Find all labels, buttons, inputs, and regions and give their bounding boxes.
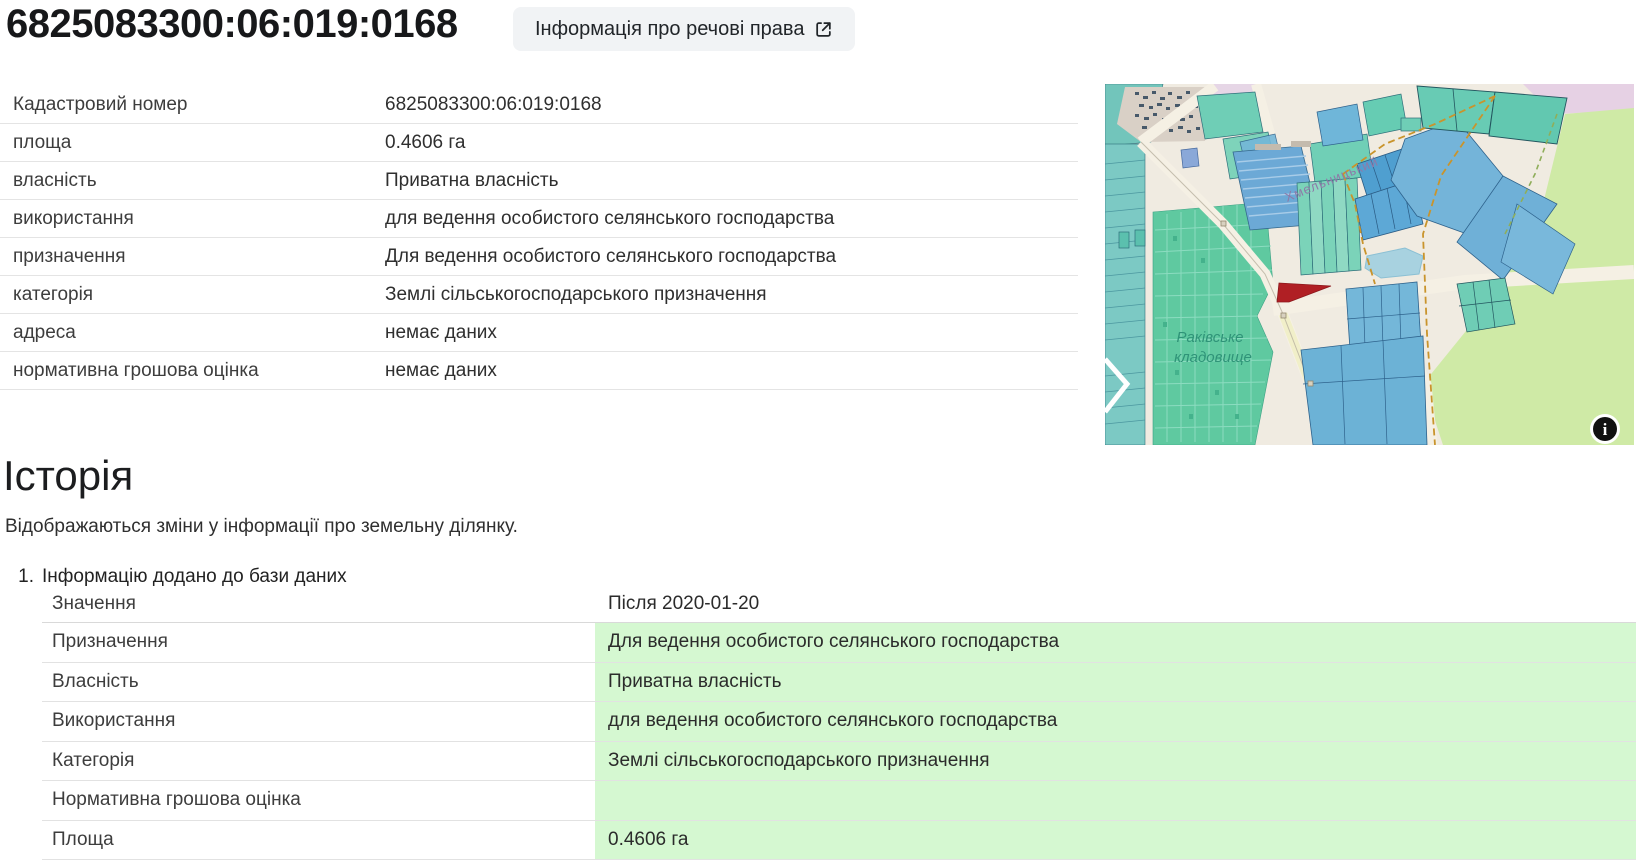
table-row: категорія Землі сільськогосподарського п… bbox=[0, 276, 1078, 314]
table-row: адреса немає даних bbox=[0, 314, 1078, 352]
history-row-value: Приватна власність bbox=[595, 663, 1636, 702]
detail-label: призначення bbox=[0, 246, 385, 268]
history-row-value bbox=[595, 781, 1636, 820]
history-row: Призначення Для ведення особистого селян… bbox=[42, 623, 1636, 663]
detail-label: використання bbox=[0, 208, 385, 230]
detail-label: площа bbox=[0, 132, 385, 154]
map-tiles: Раківське кладовище Хмельницький bbox=[1105, 84, 1634, 445]
history-description: Відображаються зміни у інформації про зе… bbox=[5, 516, 518, 538]
detail-value: 6825083300:06:019:0168 bbox=[385, 94, 1078, 116]
cemetery-label-line1: Раківське bbox=[1176, 329, 1243, 346]
history-row: Нормативна грошова оцінка bbox=[42, 781, 1636, 821]
detail-value: немає даних bbox=[385, 322, 1078, 344]
detail-value: немає даних bbox=[385, 360, 1078, 382]
property-rights-button[interactable]: Інформація про речові права bbox=[513, 7, 855, 51]
table-row: власність Приватна власність bbox=[0, 162, 1078, 200]
history-row-value: Для ведення особистого селянського госпо… bbox=[595, 623, 1636, 662]
history-row-label: Використання bbox=[42, 702, 595, 741]
history-row-label: Власність bbox=[42, 663, 595, 702]
history-header-row: Значення Після 2020-01-20 bbox=[42, 585, 1636, 623]
history-heading: Історія bbox=[3, 452, 133, 500]
history-row-label: Категорія bbox=[42, 742, 595, 781]
property-rights-button-label: Інформація про речові права bbox=[535, 18, 804, 41]
table-row: площа 0.4606 га bbox=[0, 124, 1078, 162]
external-link-icon bbox=[814, 20, 833, 39]
detail-value: 0.4606 га bbox=[385, 132, 1078, 154]
history-row-label: Призначення bbox=[42, 623, 595, 662]
history-row-label: Нормативна грошова оцінка bbox=[42, 781, 595, 820]
detail-value: для ведення особистого селянського госпо… bbox=[385, 208, 1078, 230]
history-header-label: Значення bbox=[42, 585, 595, 622]
cadastral-map[interactable]: Раківське кладовище Хмельницький i bbox=[1105, 84, 1634, 445]
detail-value: Приватна власність bbox=[385, 170, 1078, 192]
info-icon: i bbox=[1593, 417, 1617, 441]
detail-label: нормативна грошова оцінка bbox=[0, 360, 385, 382]
history-row-label: Площа bbox=[42, 821, 595, 860]
table-row: Кадастровий номер 6825083300:06:019:0168 bbox=[0, 86, 1078, 124]
map-attribution-button[interactable]: i bbox=[1590, 414, 1620, 444]
history-row: Власність Приватна власність bbox=[42, 663, 1636, 703]
parcel-details-table: Кадастровий номер 6825083300:06:019:0168… bbox=[0, 86, 1078, 390]
table-row: призначення Для ведення особистого селян… bbox=[0, 238, 1078, 276]
history-header-value: Після 2020-01-20 bbox=[595, 585, 1636, 622]
table-row: нормативна грошова оцінка немає даних bbox=[0, 352, 1078, 390]
detail-value: Для ведення особистого селянського госпо… bbox=[385, 246, 1078, 268]
cemetery-label-line2: кладовище bbox=[1174, 349, 1252, 366]
table-row: використання для ведення особистого селя… bbox=[0, 200, 1078, 238]
history-entry-number: 1. bbox=[0, 566, 42, 588]
history-row-value: Землі сільськогосподарського призначення bbox=[595, 742, 1636, 781]
detail-label: адреса bbox=[0, 322, 385, 344]
history-row: Категорія Землі сільськогосподарського п… bbox=[42, 742, 1636, 782]
history-row: Площа 0.4606 га bbox=[42, 821, 1636, 861]
detail-label: Кадастровий номер bbox=[0, 94, 385, 116]
detail-label: власність bbox=[0, 170, 385, 192]
detail-value: Землі сільськогосподарського призначення bbox=[385, 284, 1078, 306]
history-row: Використання для ведення особистого селя… bbox=[42, 702, 1636, 742]
history-row-value: для ведення особистого селянського госпо… bbox=[595, 702, 1636, 741]
detail-label: категорія bbox=[0, 284, 385, 306]
history-table: Значення Після 2020-01-20 Призначення Дл… bbox=[42, 585, 1636, 860]
history-row-value: 0.4606 га bbox=[595, 821, 1636, 860]
page-title: 6825083300:06:019:0168 bbox=[6, 2, 458, 47]
